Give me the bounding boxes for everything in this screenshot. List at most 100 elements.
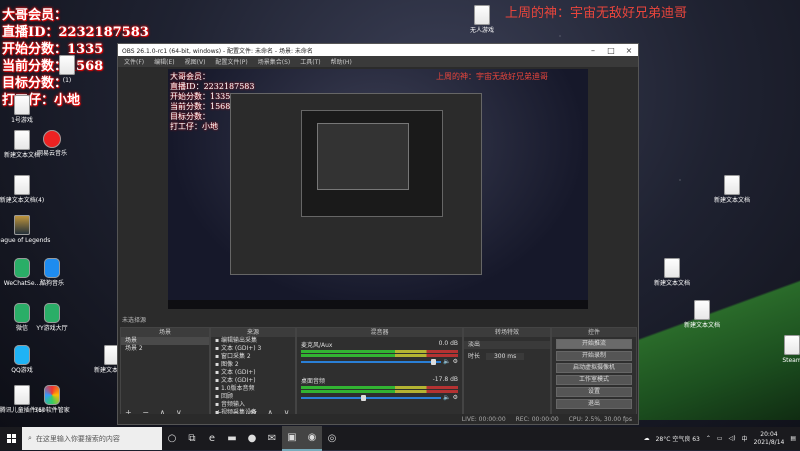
preview-overlay-value: 2232187583: [203, 82, 255, 91]
volume-icon[interactable]: ◁): [729, 435, 736, 442]
network-icon[interactable]: ▭: [717, 435, 723, 442]
scene-item[interactable]: 场景 2: [121, 345, 209, 353]
preview-overlay-label: 开始分数：: [170, 92, 210, 101]
mixer-dock-title: 混音器: [297, 328, 462, 337]
maximize-icon[interactable]: □: [602, 46, 620, 55]
desktop-icon[interactable]: QQ游戏: [0, 345, 52, 375]
cortana-icon[interactable]: ○: [162, 427, 182, 450]
menu-item[interactable]: 帮助(H): [331, 57, 352, 66]
sources-dock: 来源 ▪ 编辑输出采集 ▪ 文本 (GDI+) 3 ▪ 窗口采集 2 ▪ 图像 2 ▪ …: [210, 327, 296, 419]
preview-nested-obs-window-3: [317, 123, 409, 190]
windows-taskbar: ⌕ 在这里输入你要搜索的内容 ○ ⧉ e ▬ ● ✉ ▣ ◉ ◎ ☁ 28°C …: [0, 426, 800, 451]
taskbar-search[interactable]: ⌕ 在这里输入你要搜索的内容: [22, 427, 162, 450]
source-item[interactable]: ▪ 文本 (GDI+) 3: [211, 345, 295, 353]
minimize-icon[interactable]: –: [584, 46, 602, 55]
volume-track: [301, 361, 441, 363]
tray-chevron-icon[interactable]: ⌃: [706, 435, 711, 442]
source-label: 文本 (GDI+) 3: [220, 345, 262, 352]
source-item[interactable]: ▪ 文本 (GDI+): [211, 377, 295, 385]
edge-icon[interactable]: e: [202, 427, 222, 450]
clock[interactable]: 20:04 2021/8/14: [754, 431, 785, 447]
desktop-icon[interactable]: (1): [37, 55, 97, 85]
obs-window-title: OBS 26.1.0-rc1 (64-bit, windows) - 配置文件:…: [122, 47, 313, 55]
desktop-icon-label: Steam: [782, 357, 800, 364]
desktop-icon-label: 新建文本文档: [653, 280, 690, 287]
source-item[interactable]: ▪ 回顾: [211, 393, 295, 401]
source-label: 图像 2: [220, 361, 239, 368]
settings-icon[interactable]: ✉: [262, 427, 282, 450]
transitions-dock: 转场特效 淡出 时长 300 ms: [463, 327, 551, 419]
desktop-icon-glyph: [43, 130, 61, 148]
start-button[interactable]: [0, 427, 22, 450]
desktop-icon[interactable]: 酷狗音乐: [22, 258, 82, 288]
desktop-icon[interactable]: 360软件管家: [22, 385, 82, 415]
desktop-icon[interactable]: 1号游戏: [0, 95, 52, 125]
obs-window[interactable]: OBS 26.1.0-rc1 (64-bit, windows) - 配置文件:…: [117, 43, 639, 425]
ime-indicator[interactable]: 中: [742, 434, 748, 443]
preview-overlay-value: 1568: [210, 102, 231, 111]
scenes-dock: 场景 场景 场景 2 + − ∧ ∨: [120, 327, 210, 419]
menu-item[interactable]: 配置文件(P): [215, 57, 247, 66]
volume-slider[interactable]: [301, 395, 458, 401]
close-icon[interactable]: ×: [620, 46, 638, 55]
obs-taskbar-icon[interactable]: ◉: [302, 426, 322, 451]
control-button[interactable]: 开始推流: [556, 339, 632, 349]
source-item[interactable]: ▪ 编辑输出采集: [211, 337, 295, 345]
menu-item[interactable]: 编辑(E): [154, 57, 174, 66]
desktop-icon-glyph: [44, 258, 60, 278]
source-item[interactable]: ▪ 图像 2: [211, 361, 295, 369]
wechat-icon[interactable]: ●: [242, 427, 262, 450]
preview-overlay-label: 直播ID：: [170, 82, 204, 91]
control-button[interactable]: 设置: [556, 387, 632, 397]
app-yellow-icon[interactable]: ◎: [322, 427, 342, 450]
volume-slider[interactable]: [301, 359, 458, 365]
desktop-icon-label: YY游戏大厅: [36, 325, 68, 332]
task-view-icon[interactable]: ⧉: [182, 427, 202, 450]
controls-dock-title: 控件: [552, 328, 636, 337]
obs-preview[interactable]: 大哥会员： 直播ID：2232187583 开始分数：1335 当前分数：1568 目标…: [168, 69, 588, 309]
source-item[interactable]: ▪ 1.0版本音频: [211, 385, 295, 393]
desktop-icon-label: 新建文本文档(4): [0, 197, 45, 204]
desktop-icon-label: 酷狗音乐: [39, 280, 64, 287]
weather-text: 28°C 空气良 63: [655, 436, 700, 443]
control-button[interactable]: 开始录制: [556, 351, 632, 361]
menu-item[interactable]: 工具(T): [300, 57, 320, 66]
desktop-icon-glyph: [784, 335, 800, 355]
notifications-icon[interactable]: ▤: [790, 435, 796, 442]
preview-overlay-line: 打工仔：小地: [170, 121, 218, 132]
volume-knob[interactable]: [431, 359, 436, 365]
desktop-icon[interactable]: League of Legends: [0, 215, 52, 245]
mixer-channel-name: 麦克风/Aux: [301, 342, 333, 349]
control-button[interactable]: 启动虚拟摄像机: [556, 363, 632, 373]
desktop-icon[interactable]: 网易云音乐: [22, 130, 82, 158]
transition-select[interactable]: 淡出: [464, 341, 550, 349]
menu-item[interactable]: 文件(F): [124, 57, 144, 66]
preview-overlay-value: 小地: [202, 122, 218, 131]
desktop-icon[interactable]: YY游戏大厅: [22, 303, 82, 333]
desktop-icon[interactable]: 无人游戏: [452, 5, 512, 35]
desktop-icon[interactable]: 新建文本文档(4): [0, 175, 52, 205]
obs-title-bar[interactable]: OBS 26.1.0-rc1 (64-bit, windows) - 配置文件:…: [118, 44, 638, 56]
preview-taskbar: [168, 300, 588, 309]
source-item[interactable]: ▪ 窗口采集 2: [211, 353, 295, 361]
desktop-icon-glyph: [694, 300, 710, 320]
scene-item[interactable]: 场景: [121, 337, 209, 345]
menu-item[interactable]: 视图(V): [185, 57, 206, 66]
desktop-icon[interactable]: 新建文本文档: [702, 175, 762, 205]
control-button[interactable]: 退出: [556, 399, 632, 409]
desktop-icon[interactable]: 新建文本文档: [672, 300, 732, 330]
preview-nested-obs-window: [230, 93, 482, 275]
volume-knob[interactable]: [361, 395, 366, 401]
preview-overlay-label: 打工仔：: [170, 122, 202, 131]
menu-item[interactable]: 场景集合(S): [258, 57, 291, 66]
file-explorer-icon[interactable]: ▬: [222, 427, 242, 450]
desktop-icon-glyph: [14, 175, 30, 195]
source-item[interactable]: ▪ 文本 (GDI+): [211, 369, 295, 377]
app-orange-icon[interactable]: ▣: [282, 426, 302, 451]
preview-overlay-label: 目标分数：: [170, 112, 210, 121]
desktop-icon[interactable]: 新建文本文档: [642, 258, 702, 288]
source-label: 音频输入: [220, 401, 245, 408]
duration-input[interactable]: 300 ms: [485, 353, 525, 360]
control-button[interactable]: 工作室模式: [556, 375, 632, 385]
desktop-icon[interactable]: Steam: [762, 335, 800, 365]
